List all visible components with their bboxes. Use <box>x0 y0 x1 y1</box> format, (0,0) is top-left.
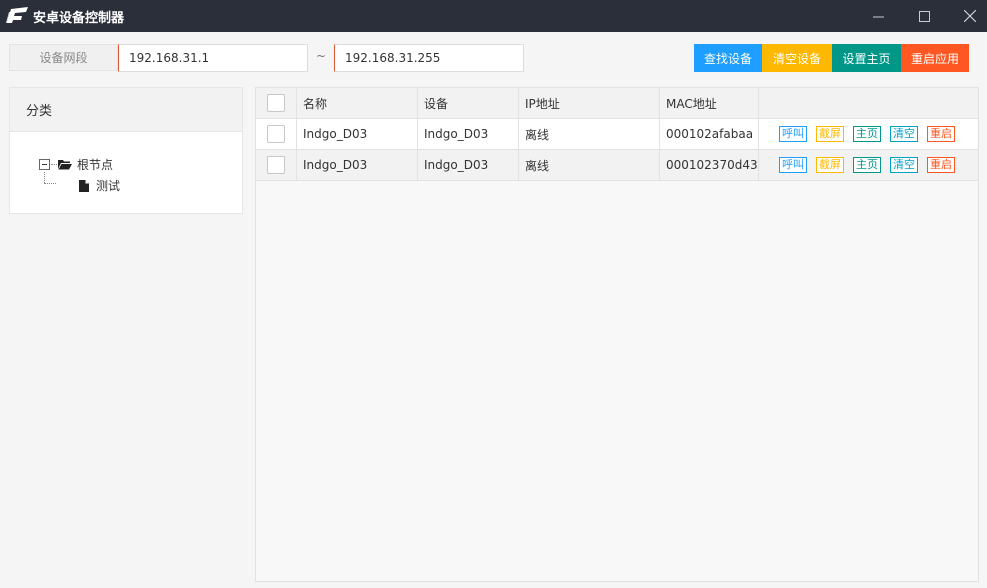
cell-actions: 呼叫 截屏 主页 清空 重启 <box>759 150 978 180</box>
clear-button[interactable]: 清空 <box>890 126 918 142</box>
cell-ip: 离线 <box>519 150 660 180</box>
tree-connector <box>44 172 45 183</box>
column-header-mac: MAC地址 <box>660 88 759 118</box>
tree-node-child[interactable]: 测试 <box>79 177 120 194</box>
row-checkbox[interactable] <box>267 125 285 143</box>
ip-end-input[interactable] <box>334 44 524 72</box>
maximize-button[interactable] <box>901 0 947 32</box>
file-icon <box>79 179 89 192</box>
tree-node-root-label: 根节点 <box>77 158 114 172</box>
title-bar: 安卓设备控制器 <box>0 0 987 32</box>
header-checkbox-cell <box>256 88 297 118</box>
select-all-checkbox[interactable] <box>267 94 285 112</box>
table-row[interactable]: Indgo_D03 Indgo_D03 离线 000102370d43 呼叫 截… <box>256 150 978 181</box>
minimize-icon <box>872 16 884 17</box>
cell-actions: 呼叫 截屏 主页 清空 重启 <box>759 119 978 149</box>
row-checkbox-cell <box>256 150 297 180</box>
set-homepage-button[interactable]: 设置主页 <box>832 44 901 72</box>
column-header-actions <box>759 88 978 118</box>
home-button[interactable]: 主页 <box>853 157 881 173</box>
find-devices-button[interactable]: 查找设备 <box>694 44 762 72</box>
segment-label: 设备网段 <box>9 44 118 71</box>
table-row[interactable]: Indgo_D03 Indgo_D03 离线 000102afabaa 呼叫 截… <box>256 119 978 150</box>
cell-mac: 000102370d43 <box>660 150 759 180</box>
reboot-button[interactable]: 重启 <box>927 157 955 173</box>
open-folder-icon <box>58 160 72 170</box>
row-checkbox[interactable] <box>267 156 285 174</box>
minimize-button[interactable] <box>855 0 901 32</box>
tree-connector <box>51 164 57 165</box>
ip-start-input[interactable] <box>118 44 308 72</box>
tree-node-child-label: 测试 <box>96 179 121 193</box>
column-header-device: 设备 <box>418 88 519 118</box>
window-title: 安卓设备控制器 <box>33 11 125 26</box>
row-checkbox-cell <box>256 119 297 149</box>
tree-node-root[interactable]: 根节点 <box>39 156 113 173</box>
column-header-ip: IP地址 <box>519 88 660 118</box>
cell-name: Indgo_D03 <box>297 119 418 149</box>
call-button[interactable]: 呼叫 <box>779 126 807 142</box>
category-panel: 分类 根节点 测试 <box>9 87 243 214</box>
screenshot-button[interactable]: 截屏 <box>816 126 844 142</box>
category-panel-title: 分类 <box>10 88 242 132</box>
reboot-button[interactable]: 重启 <box>927 126 955 142</box>
collapse-icon[interactable] <box>39 159 50 170</box>
cell-device: Indgo_D03 <box>418 150 519 180</box>
clear-button[interactable]: 清空 <box>890 157 918 173</box>
close-button[interactable] <box>947 0 987 32</box>
screenshot-button[interactable]: 截屏 <box>816 157 844 173</box>
close-icon <box>964 10 976 22</box>
tree-connector <box>44 183 56 184</box>
device-table: 名称 设备 IP地址 MAC地址 Indgo_D03 Indgo_D03 离线 … <box>255 87 979 582</box>
clear-devices-button[interactable]: 清空设备 <box>762 44 832 72</box>
cell-name: Indgo_D03 <box>297 150 418 180</box>
cell-mac: 000102afabaa <box>660 119 759 149</box>
app-logo-icon <box>6 7 28 23</box>
home-button[interactable]: 主页 <box>853 126 881 142</box>
cell-device: Indgo_D03 <box>418 119 519 149</box>
call-button[interactable]: 呼叫 <box>779 157 807 173</box>
table-header-row: 名称 设备 IP地址 MAC地址 <box>256 88 978 119</box>
range-separator: ~ <box>316 49 327 63</box>
column-header-name: 名称 <box>297 88 418 118</box>
restart-app-button[interactable]: 重启应用 <box>901 44 969 72</box>
cell-ip: 离线 <box>519 119 660 149</box>
maximize-icon <box>918 10 930 22</box>
